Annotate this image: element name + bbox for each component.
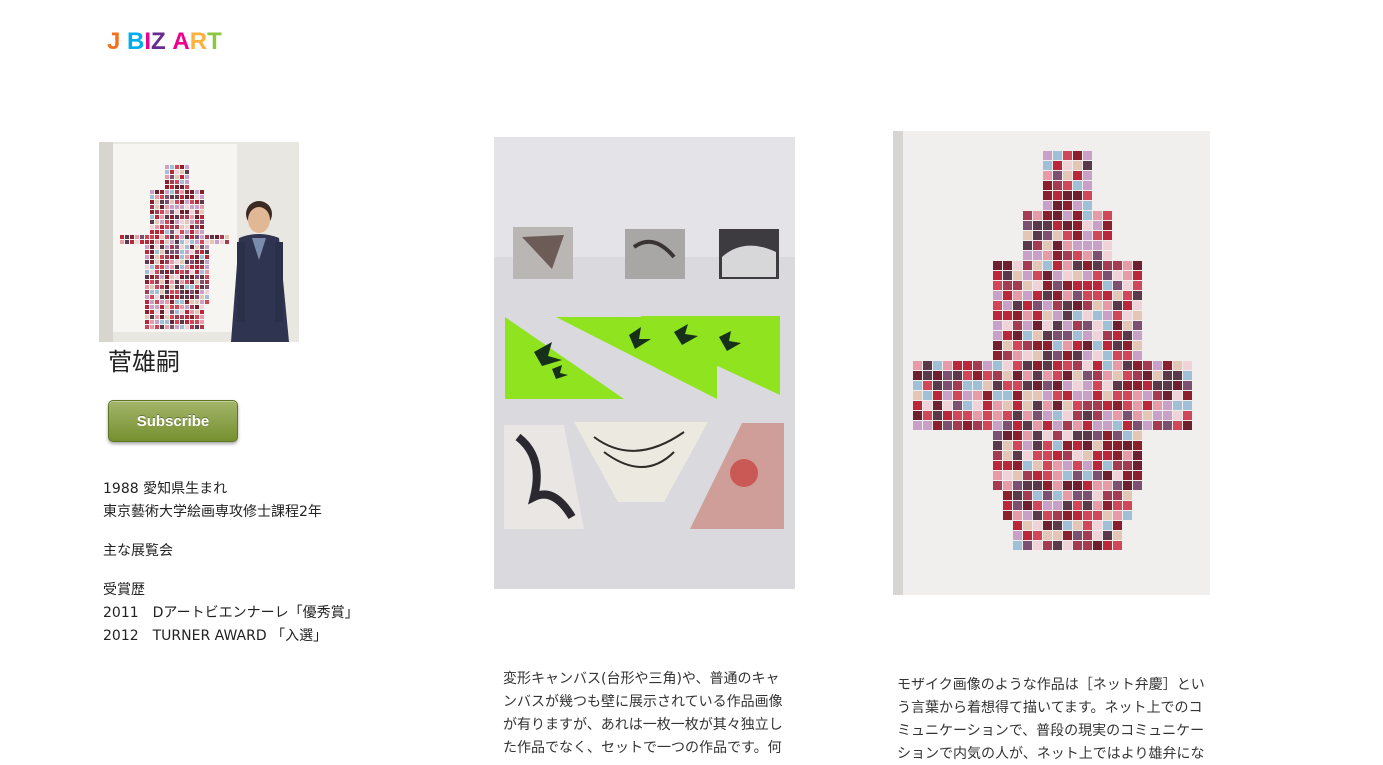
artist-bio: 1988 愛知県生まれ 東京藝術大学絵画専攻修士課程2年 主な展覧会 受賞歴 2… <box>103 478 423 648</box>
bio-line-birth: 1988 愛知県生まれ <box>103 481 228 497</box>
award-item: 2012 TURNER AWARD 「入選」 <box>103 628 328 644</box>
artist-photo-illustration <box>99 142 299 342</box>
artist-name: 菅雄嗣 <box>108 348 180 376</box>
subscribe-button[interactable]: Subscribe <box>108 400 238 442</box>
award-item: 2011 Dアートビエンナーレ「優秀賞」 <box>103 605 359 621</box>
mosaic-artwork-illustration <box>893 131 1210 595</box>
logo-letter <box>120 28 127 56</box>
logo-letter: Z <box>151 28 166 55</box>
bio-line-education: 東京藝術大学絵画専攻修士課程2年 <box>103 504 322 520</box>
exhibitions-heading: 主な展覧会 <box>103 543 173 559</box>
gallery-wall-illustration <box>494 137 795 589</box>
page: J BIZ ART 菅雄嗣 Subscribe 1988 愛知県生まれ 東京藝術… <box>0 0 1383 765</box>
mosaic-artwork-photo[interactable] <box>893 131 1210 595</box>
logo-letter: I <box>144 28 152 55</box>
site-logo[interactable]: J BIZ ART <box>107 28 222 56</box>
logo-letter: T <box>207 28 222 55</box>
awards-heading: 受賞歴 <box>103 582 145 598</box>
logo-letter: B <box>127 28 145 55</box>
gallery-wall-photo[interactable] <box>494 137 795 589</box>
logo-letter: A <box>172 28 190 55</box>
artist-profile-photo <box>99 142 299 342</box>
logo-letter: J <box>107 28 121 55</box>
logo-letter <box>166 28 173 56</box>
gallery-caption: 変形キャンバス(台形や三角)や、普通のキャンバスが幾つも壁に展示されている作品画… <box>503 671 783 756</box>
mosaic-caption: モザイク画像のような作品は［ネット弁慶］という言葉から着想得て描いてます。ネット… <box>897 677 1205 762</box>
logo-letter: R <box>189 28 208 55</box>
